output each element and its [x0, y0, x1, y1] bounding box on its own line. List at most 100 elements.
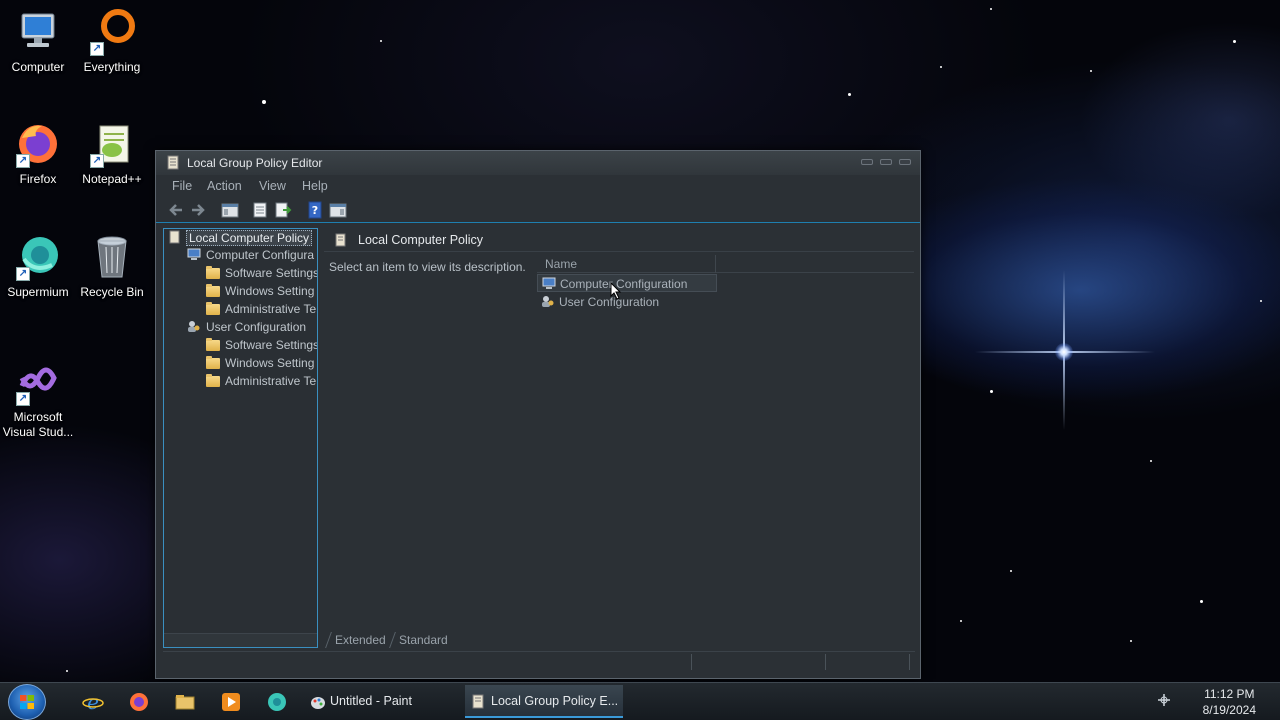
status-separator — [909, 654, 910, 670]
folder-icon — [206, 374, 220, 388]
menu-help[interactable]: Help — [302, 179, 328, 193]
maximize-button[interactable] — [880, 159, 892, 165]
tree-item-user-administrative-templates[interactable]: Administrative Te — [206, 374, 316, 392]
desktop-icon-notepadpp[interactable]: ↗ Notepad++ — [74, 120, 150, 187]
tree-item-local-computer-policy[interactable]: Local Computer Policy — [168, 229, 313, 248]
status-bar — [163, 651, 915, 671]
details-pane: Local Computer Policy Select an item to … — [324, 228, 914, 648]
network-tray-icon[interactable] — [1157, 693, 1171, 707]
taskbar-task-group-policy-editor[interactable]: Local Group Policy E... — [465, 685, 623, 718]
user-config-icon — [187, 320, 201, 336]
group-policy-editor-window: Local Group Policy Editor File Action Vi… — [155, 150, 921, 679]
desktop-icon-label: Firefox — [19, 172, 57, 186]
desktop-icon-label: Notepad++ — [82, 172, 142, 186]
close-button[interactable] — [899, 159, 911, 165]
shortcut-arrow-icon: ↗ — [16, 392, 30, 406]
desktop-icon-supermium[interactable]: ↗ Supermium — [0, 233, 76, 300]
clock-date: 8/19/2024 — [1202, 703, 1256, 717]
shortcut-arrow-icon: ↗ — [16, 154, 30, 168]
folder-icon — [206, 302, 220, 316]
help-icon[interactable]: ? — [306, 201, 324, 219]
internet-explorer-icon[interactable]: e — [82, 690, 104, 714]
folder-icon — [206, 284, 220, 298]
folder-icon — [206, 266, 220, 280]
taskbar: e Untitled - Paint Local Group Policy E.… — [0, 682, 1280, 720]
menu-action[interactable]: Action — [207, 179, 242, 193]
star — [1260, 300, 1262, 302]
supermium-icon[interactable] — [266, 691, 288, 713]
list-column-header: Name — [537, 255, 914, 273]
media-player-icon[interactable] — [220, 691, 242, 713]
desktop-icon-computer[interactable]: Computer — [0, 8, 76, 75]
menu-bar: File Action View Help — [156, 175, 920, 197]
tree-item-user-software-settings[interactable]: Software Settings — [206, 338, 317, 356]
firefox-icon[interactable] — [128, 691, 150, 713]
status-separator — [825, 654, 826, 670]
paint-icon — [310, 694, 326, 713]
tree-item-software-settings[interactable]: Software Settings — [206, 266, 317, 284]
policy-scroll-icon — [168, 230, 181, 247]
supermium-icon: ↗ — [14, 233, 62, 281]
list-item-user-configuration[interactable]: User Configuration — [537, 293, 717, 311]
minimize-button[interactable] — [861, 159, 873, 165]
star — [1233, 40, 1236, 43]
item-description: Select an item to view its description. — [329, 260, 526, 274]
file-explorer-icon[interactable] — [174, 691, 196, 713]
star — [1150, 460, 1152, 462]
star — [1200, 600, 1203, 603]
show-hide-console-tree-icon[interactable] — [221, 201, 239, 219]
star — [1010, 570, 1012, 572]
menu-view[interactable]: View — [259, 179, 286, 193]
column-name[interactable]: Name — [545, 257, 577, 271]
desktop-icon-firefox[interactable]: ↗ Firefox — [0, 120, 76, 187]
tree-item-administrative-templates[interactable]: Administrative Te — [206, 302, 316, 320]
policy-scroll-icon — [334, 233, 347, 250]
show-hide-action-pane-icon[interactable] — [329, 201, 347, 219]
desktop-icon-label: Recycle Bin — [80, 285, 144, 299]
forward-arrow-icon[interactable] — [189, 201, 207, 219]
menu-file[interactable]: File — [172, 179, 192, 193]
properties-icon[interactable] — [251, 201, 269, 219]
shortcut-arrow-icon: ↗ — [90, 42, 104, 56]
toolbar: ? — [156, 197, 920, 223]
taskbar-task-paint[interactable]: Untitled - Paint — [304, 685, 458, 718]
details-header: Local Computer Policy — [324, 228, 914, 252]
desktop-icon-label: Computer — [11, 60, 65, 74]
start-button[interactable] — [8, 684, 46, 720]
tree-horizontal-scrollbar[interactable] — [164, 633, 317, 647]
user-config-icon — [541, 295, 555, 311]
desktop-icon-label-line1: Microsoft — [13, 410, 63, 424]
details-title: Local Computer Policy — [358, 233, 484, 247]
notepadpp-icon: ↗ — [88, 120, 136, 168]
tree-item-user-configuration[interactable]: User Configuration — [187, 320, 306, 338]
view-tabs: Extended Standard — [324, 631, 724, 649]
tab-standard[interactable]: Standard — [389, 632, 457, 648]
back-arrow-icon[interactable] — [167, 201, 185, 219]
svg-text:?: ? — [312, 204, 318, 217]
column-separator[interactable] — [715, 255, 716, 273]
tree-item-computer-configuration[interactable]: Computer Configura — [187, 248, 314, 266]
star — [1090, 70, 1092, 72]
policy-scroll-icon — [166, 155, 180, 173]
desktop-icon-visual-studio[interactable]: ↗ Microsoft Visual Stud... — [0, 358, 76, 440]
star — [380, 40, 382, 42]
firefox-icon: ↗ — [14, 120, 62, 168]
bright-star — [1055, 343, 1073, 361]
tree-item-user-windows-settings[interactable]: Windows Setting — [206, 356, 314, 374]
everything-search-icon: ↗ — [88, 8, 136, 56]
star — [848, 93, 851, 96]
computer-config-icon — [187, 248, 201, 264]
title-bar[interactable]: Local Group Policy Editor — [156, 151, 920, 175]
status-separator — [691, 654, 692, 670]
tree-item-windows-settings[interactable]: Windows Setting — [206, 284, 314, 302]
folder-icon — [206, 356, 220, 370]
desktop-icon-recycle-bin[interactable]: Recycle Bin — [74, 233, 150, 300]
tab-extended[interactable]: Extended — [325, 632, 395, 648]
desktop-icon-everything[interactable]: ↗ Everything — [74, 8, 150, 75]
export-list-icon[interactable] — [274, 201, 292, 219]
folder-icon — [206, 338, 220, 352]
computer-icon — [14, 8, 62, 56]
star — [940, 66, 942, 68]
system-clock[interactable]: 11:12 PM 8/19/2024 — [1203, 686, 1256, 718]
list-item-computer-configuration[interactable]: Computer Configuration — [537, 274, 717, 292]
